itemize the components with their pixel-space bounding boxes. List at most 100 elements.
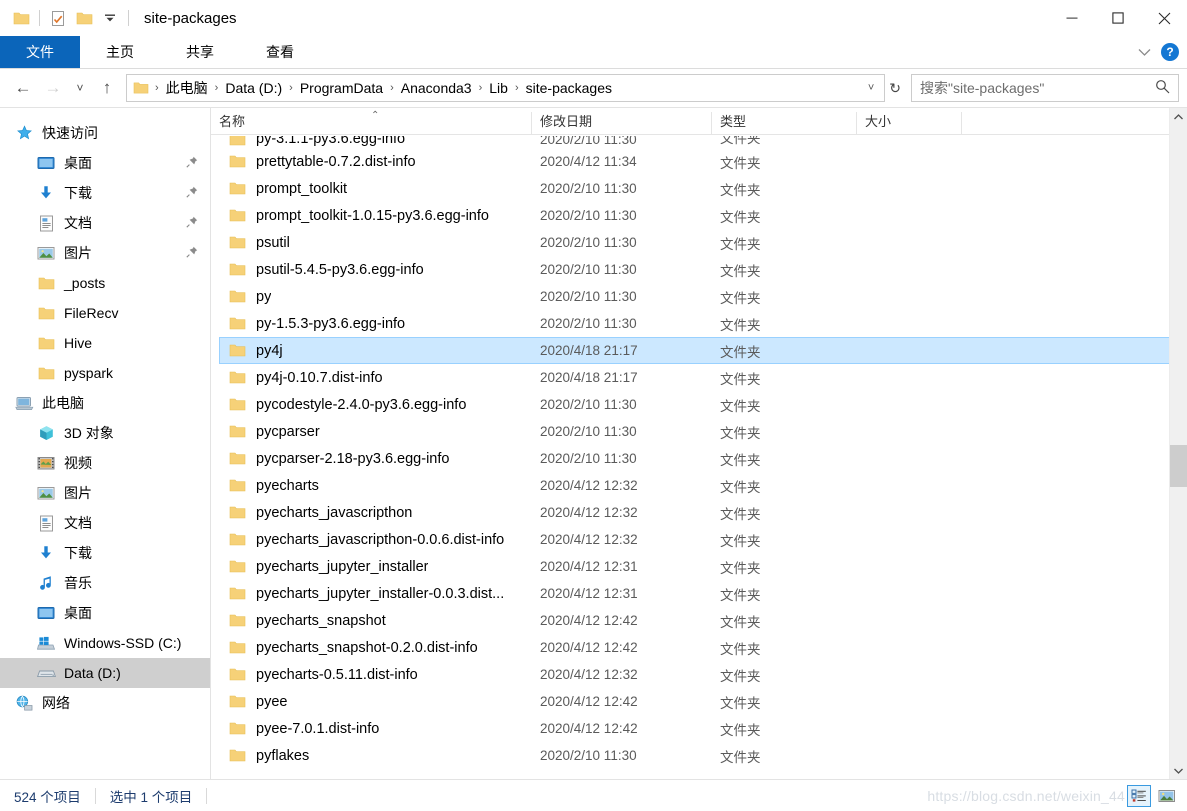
- search-input[interactable]: 搜索"site-packages": [911, 74, 1179, 102]
- table-row[interactable]: pyecharts_javascripthon-0.0.6.dist-info 2…: [219, 526, 1185, 553]
- folder-icon: [36, 273, 56, 293]
- table-row[interactable]: pyflakes 2020/2/10 11:30 文件夹: [219, 742, 1185, 769]
- table-row[interactable]: prompt_toolkit 2020/2/10 11:30 文件夹: [219, 175, 1185, 202]
- scrollbar-thumb[interactable]: [1170, 445, 1187, 487]
- scroll-down-icon[interactable]: [1170, 762, 1187, 779]
- sidebar-item-6[interactable]: FileRecv: [0, 298, 210, 328]
- column-header-date[interactable]: 修改日期: [531, 112, 711, 134]
- file-date-cell: 2020/2/10 11:30: [540, 235, 637, 250]
- table-row[interactable]: pyee-7.0.1.dist-info 2020/4/12 12:42 文件夹: [219, 715, 1185, 742]
- column-header-size[interactable]: 大小: [856, 112, 961, 134]
- maximize-button[interactable]: [1095, 0, 1141, 36]
- table-row[interactable]: pyecharts_jupyter_installer-0.0.3.dist..…: [219, 580, 1185, 607]
- breadcrumb-item-programdata[interactable]: ProgramData: [297, 80, 386, 96]
- pin-icon[interactable]: [186, 245, 198, 261]
- scroll-up-icon[interactable]: [1170, 108, 1187, 125]
- properties-icon[interactable]: [45, 5, 71, 31]
- table-row[interactable]: pycparser 2020/2/10 11:30 文件夹: [219, 418, 1185, 445]
- sidebar-item-10[interactable]: 3D 对象: [0, 418, 210, 448]
- up-button[interactable]: ↑: [92, 73, 122, 103]
- table-row[interactable]: pycparser-2.18-py3.6.egg-info 2020/2/10 1…: [219, 445, 1185, 472]
- sidebar-item-8[interactable]: pyspark: [0, 358, 210, 388]
- table-row[interactable]: pycodestyle-2.4.0-py3.6.egg-info 2020/2/1…: [219, 391, 1185, 418]
- file-date-cell: 2020/2/10 11:30: [540, 289, 637, 304]
- sidebar-item-3[interactable]: 文档: [0, 208, 210, 238]
- sidebar-item-label: 桌面: [64, 605, 92, 621]
- chevron-down-icon[interactable]: ˅: [862, 82, 880, 94]
- table-row[interactable]: prompt_toolkit-1.0.15-py3.6.egg-info 2020…: [219, 202, 1185, 229]
- breadcrumb-item-lib[interactable]: Lib: [486, 80, 511, 96]
- back-button[interactable]: ←: [8, 73, 38, 103]
- tab-file[interactable]: 文件: [0, 36, 80, 68]
- large-icons-view-button[interactable]: [1155, 785, 1179, 807]
- close-button[interactable]: [1141, 0, 1187, 36]
- table-row[interactable]: py-1.5.3-py3.6.egg-info 2020/2/10 11:30 文件…: [219, 310, 1185, 337]
- new-folder-icon[interactable]: [71, 5, 97, 31]
- tab-home[interactable]: 主页: [80, 36, 160, 68]
- breadcrumb-item-this-pc[interactable]: 此电脑: [163, 78, 211, 98]
- column-header-type[interactable]: 类型: [711, 112, 856, 134]
- file-name-label: pyee: [256, 693, 288, 710]
- sidebar-item-15[interactable]: 音乐: [0, 568, 210, 598]
- refresh-icon[interactable]: ↻: [885, 80, 905, 97]
- pin-icon[interactable]: [186, 185, 198, 201]
- table-row[interactable]: pyecharts_javascripthon 2020/4/12 12:32 文件…: [219, 499, 1185, 526]
- pin-icon[interactable]: [186, 215, 198, 231]
- table-row[interactable]: pyecharts_jupyter_installer 2020/4/12 12:…: [219, 553, 1185, 580]
- sidebar-item-2[interactable]: 下载: [0, 178, 210, 208]
- sidebar-item-13[interactable]: 文档: [0, 508, 210, 538]
- sidebar-item-7[interactable]: Hive: [0, 328, 210, 358]
- sidebar-item-0[interactable]: 快速访问: [0, 118, 210, 148]
- table-row[interactable]: pyecharts_snapshot 2020/4/12 12:42 文件夹: [219, 607, 1185, 634]
- file-name-cell: pyecharts_snapshot: [228, 613, 540, 629]
- sidebar-item-19[interactable]: 网络: [0, 688, 210, 718]
- column-header-extra[interactable]: [961, 112, 1187, 134]
- pin-icon[interactable]: [186, 155, 198, 171]
- sidebar-item-9[interactable]: 此电脑: [0, 388, 210, 418]
- sidebar-item-18[interactable]: Data (D:): [0, 658, 210, 688]
- search-icon[interactable]: [1155, 79, 1170, 97]
- sidebar-item-14[interactable]: 下载: [0, 538, 210, 568]
- sidebar-item-11[interactable]: 视频: [0, 448, 210, 478]
- table-row[interactable]: pyee 2020/4/12 12:42 文件夹: [219, 688, 1185, 715]
- address-bar[interactable]: › 此电脑 › Data (D:) › ProgramData › Anacon…: [126, 74, 886, 102]
- sidebar-item-label: 视频: [64, 455, 92, 471]
- sidebar-item-16[interactable]: 桌面: [0, 598, 210, 628]
- breadcrumb-separator: ›: [478, 81, 483, 94]
- column-header-name[interactable]: ⌃ 名称: [211, 111, 531, 134]
- sidebar-item-5[interactable]: _posts: [0, 268, 210, 298]
- table-row[interactable]: py 2020/2/10 11:30 文件夹: [219, 283, 1185, 310]
- recent-locations-button[interactable]: ˅: [68, 73, 92, 103]
- chevron-down-icon[interactable]: [1138, 44, 1151, 60]
- tab-share[interactable]: 共享: [160, 36, 240, 68]
- details-view-button[interactable]: [1127, 784, 1151, 807]
- breadcrumb-item-data-d[interactable]: Data (D:): [222, 80, 285, 96]
- table-row[interactable]: prettytable-0.7.2.dist-info 2020/4/12 11:…: [219, 148, 1185, 175]
- sidebar-item-4[interactable]: 图片: [0, 238, 210, 268]
- folder-icon[interactable]: [8, 5, 34, 31]
- forward-button[interactable]: →: [38, 73, 68, 103]
- table-row[interactable]: py4j-0.10.7.dist-info 2020/4/18 21:17 文件夹: [219, 364, 1185, 391]
- file-name-label: pyecharts-0.5.11.dist-info: [256, 666, 418, 683]
- table-row[interactable]: psutil 2020/2/10 11:30 文件夹: [219, 229, 1185, 256]
- file-rows-container: py-3.1.1-py3.6.egg-info 2020/2/10 11:30 文件…: [211, 135, 1187, 779]
- table-row[interactable]: pyecharts-0.5.11.dist-info 2020/4/12 12:3…: [219, 661, 1185, 688]
- tab-view[interactable]: 查看: [240, 36, 320, 68]
- table-row[interactable]: pyecharts_snapshot-0.2.0.dist-info 2020/4…: [219, 634, 1185, 661]
- breadcrumb-item-site-packages[interactable]: site-packages: [523, 80, 615, 96]
- customize-dropdown-icon[interactable]: [97, 5, 123, 31]
- table-row[interactable]: py4j 2020/4/18 21:17 文件夹: [219, 337, 1185, 364]
- scrollbar-track[interactable]: [1170, 125, 1187, 762]
- minimize-button[interactable]: [1049, 0, 1095, 36]
- vertical-scrollbar[interactable]: [1169, 108, 1187, 779]
- sidebar-item-12[interactable]: 图片: [0, 478, 210, 508]
- sidebar-item-1[interactable]: 桌面: [0, 148, 210, 178]
- sidebar-item-17[interactable]: Windows-SSD (C:): [0, 628, 210, 658]
- table-row[interactable]: pyecharts 2020/4/12 12:32 文件夹: [219, 472, 1185, 499]
- breadcrumb-item-anaconda3[interactable]: Anaconda3: [398, 80, 475, 96]
- help-icon[interactable]: ?: [1161, 43, 1179, 61]
- table-row[interactable]: py-3.1.1-py3.6.egg-info 2020/2/10 11:30 文件…: [219, 135, 1185, 148]
- table-row[interactable]: psutil-5.4.5-py3.6.egg-info 2020/2/10 11:…: [219, 256, 1185, 283]
- file-name-cell: pycodestyle-2.4.0-py3.6.egg-info: [228, 397, 540, 413]
- file-type-cell: 文件夹: [720, 155, 761, 171]
